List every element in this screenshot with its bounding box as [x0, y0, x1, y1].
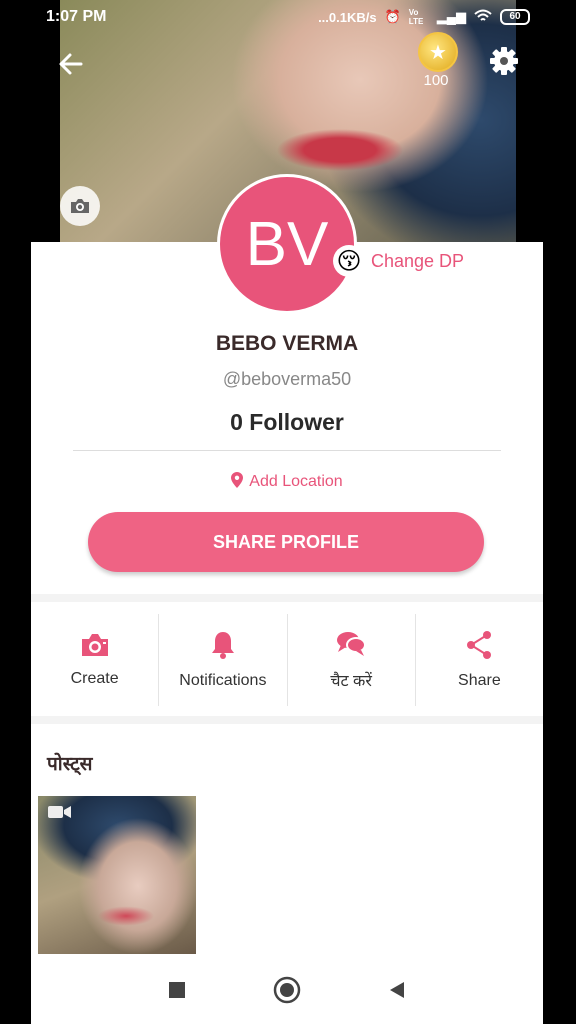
profile-card: BEBO VERMA @beboverma50 0 Follower Add L… [31, 242, 543, 1024]
chat-label: चैट करें [330, 673, 372, 690]
kissing-face-emoji: 😚 [333, 245, 365, 277]
create-label: Create [70, 670, 119, 687]
action-bar: Create Notifications चैट करें Share [31, 614, 543, 706]
coin-icon[interactable]: ★ [418, 32, 458, 72]
notifications-label: Notifications [179, 672, 267, 689]
settings-gear-icon[interactable] [488, 45, 520, 77]
system-nav-bar [31, 955, 543, 1024]
bell-icon [211, 632, 234, 659]
share-profile-button[interactable]: SHARE PROFILE [88, 512, 484, 572]
change-cover-camera-icon[interactable] [60, 186, 100, 226]
camera-icon [81, 634, 108, 656]
post-thumbnail[interactable] [38, 796, 196, 954]
signal-icon: ▂▄▆ [436, 9, 466, 24]
alarm-icon: ⏰ [384, 9, 401, 24]
back-arrow-icon[interactable] [55, 48, 87, 80]
create-action[interactable]: Create [31, 614, 160, 706]
profile-avatar[interactable]: BV [217, 174, 357, 314]
location-pin-icon [231, 472, 244, 488]
divider [73, 450, 501, 451]
status-bar: 1:07 PM ...0.1KB/s ⏰ Vo LTE ▂▄▆ 60 [0, 0, 576, 34]
section-separator [31, 594, 543, 602]
add-location-link[interactable]: Add Location [31, 472, 543, 491]
change-dp-button[interactable]: 😚 Change DP [333, 245, 464, 277]
notifications-action[interactable]: Notifications [159, 614, 288, 706]
coin-count: 100 [423, 72, 449, 89]
wifi-icon [474, 9, 492, 26]
share-icon [467, 631, 492, 659]
profile-handle: @beboverma50 [222, 369, 352, 389]
change-dp-label: Change DP [371, 250, 465, 271]
status-icons: ...0.1KB/s ⏰ Vo LTE ▂▄▆ 60 [318, 8, 530, 26]
chat-action[interactable]: चैट करें [288, 614, 416, 706]
posts-heading: पोस्ट्स [47, 754, 93, 775]
recents-square-icon[interactable] [162, 975, 192, 1005]
follower-count[interactable]: 0 Follower [31, 409, 543, 436]
status-time: 1:07 PM [46, 8, 107, 25]
profile-name: BEBO VERMA [215, 332, 359, 355]
share-action[interactable]: Share [416, 614, 543, 706]
chat-icon [337, 632, 367, 656]
back-triangle-icon[interactable] [382, 975, 412, 1005]
share-label: Share [458, 672, 501, 689]
home-circle-icon[interactable] [272, 975, 302, 1005]
network-speed: ...0.1KB/s [318, 9, 377, 25]
section-separator [31, 716, 543, 724]
add-location-label: Add Location [249, 473, 343, 490]
volte-label: Vo LTE [408, 8, 424, 26]
battery-indicator: 60 [500, 9, 530, 25]
video-camera-icon [48, 806, 71, 818]
